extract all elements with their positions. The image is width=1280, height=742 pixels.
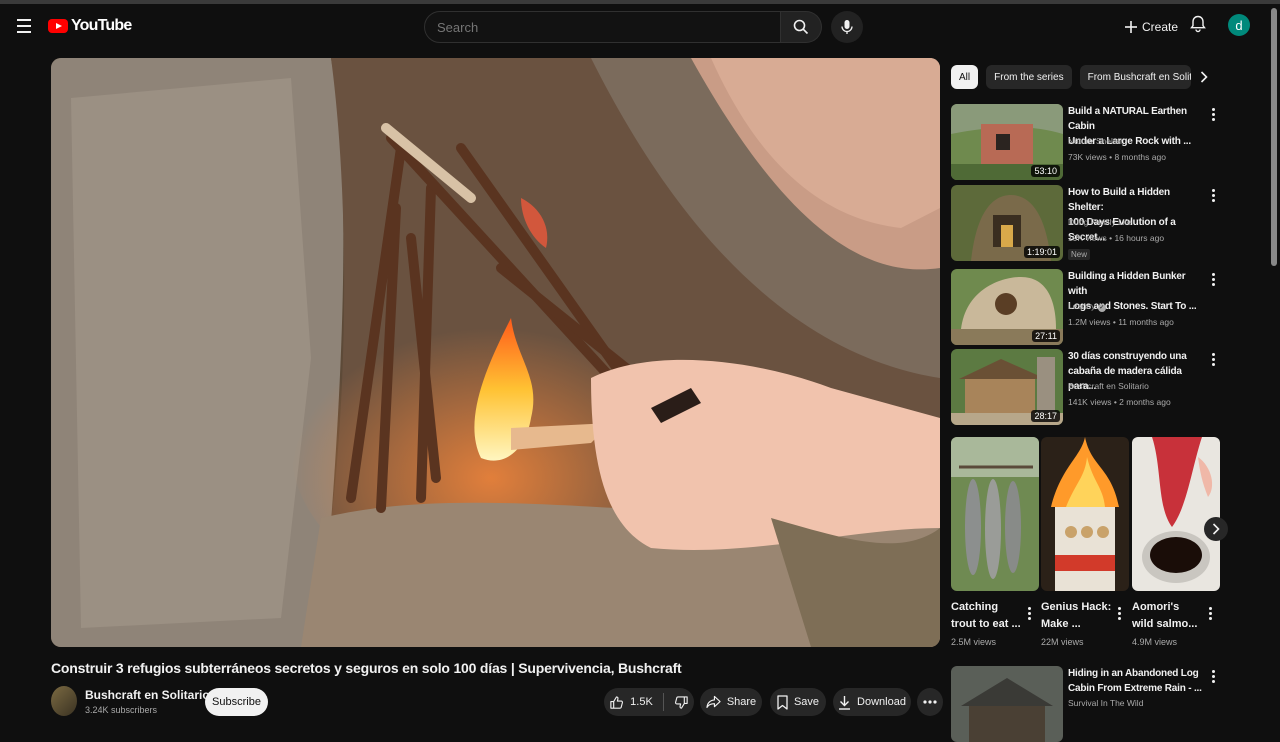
channel-name[interactable]: Bushcraft en Solitario	[85, 688, 210, 702]
more-vertical-icon[interactable]	[1208, 668, 1218, 684]
video-player[interactable]	[51, 58, 940, 647]
recommendation-thumbnail[interactable]	[951, 666, 1063, 742]
microphone-icon	[841, 20, 853, 34]
youtube-logo[interactable]: YouTube	[48, 17, 132, 35]
recommendation-channel: Lesnoy ✓	[1068, 301, 1106, 312]
recommendation-thumbnail[interactable]: 1:19:01	[951, 185, 1063, 261]
search-input[interactable]	[424, 11, 781, 43]
short-views: 2.5M views	[951, 637, 997, 647]
verified-check-icon: ✓	[1097, 304, 1106, 312]
thumbs-down-icon[interactable]	[674, 695, 689, 710]
download-label: Download	[857, 696, 906, 708]
recommendation-title: Hiding in an Abandoned Log Cabin From Ext…	[1068, 668, 1202, 694]
duration-badge: 27:11	[1032, 330, 1060, 342]
create-button[interactable]: Create	[1118, 13, 1184, 41]
recommendation-thumbnail[interactable]: 27:11	[951, 269, 1063, 345]
recommendation-item[interactable]: 27:11 Building a Hidden Bunker with Logs …	[951, 269, 1221, 345]
plus-icon	[1125, 21, 1137, 33]
recommendation-channel: Bushcraft en Solitario	[1068, 381, 1149, 391]
search-icon	[793, 19, 809, 35]
short-views: 22M views	[1041, 637, 1084, 647]
recommendation-thumbnail[interactable]: 53:10	[951, 104, 1063, 180]
search-button[interactable]	[781, 11, 822, 43]
recommendation-item[interactable]: 53:10 Build a NATURAL Earthen Cabin Under…	[951, 104, 1221, 180]
short-title: Genius Hack: Make ...	[1041, 601, 1112, 630]
recommendation-meta: 19K views • 16 hours ago	[1068, 233, 1165, 243]
recommendation-meta: 141K views • 2 months ago	[1068, 397, 1171, 407]
like-divider	[662, 693, 664, 711]
recommendation-item[interactable]: 1:19:01 How to Build a Hidden Shelter: 10…	[951, 185, 1221, 261]
more-vertical-icon[interactable]	[1208, 351, 1218, 367]
short-title: Aomori's wild salmo...	[1132, 601, 1198, 630]
short-item[interactable]: Genius Hack: Make ... 22M views	[1041, 437, 1129, 647]
create-label: Create	[1142, 20, 1179, 34]
recommendation-thumbnail[interactable]: 28:17	[951, 349, 1063, 425]
short-item[interactable]: Catching trout to eat ... 2.5M views	[951, 437, 1039, 647]
subscriber-count: 3.24K subscribers	[85, 705, 158, 715]
share-label: Share	[726, 696, 757, 708]
more-horizontal-icon	[923, 700, 937, 704]
recommendation-meta: 1.2M views • 11 months ago	[1068, 317, 1174, 327]
like-dislike-group: 1.5K	[604, 688, 694, 716]
account-avatar[interactable]: d	[1228, 14, 1250, 36]
save-button[interactable]: Save	[770, 688, 826, 716]
like-count[interactable]: 1.5K	[630, 696, 653, 708]
more-vertical-icon[interactable]	[1208, 271, 1218, 287]
recommendation-channel: Nature Shelter	[1068, 136, 1123, 146]
download-button[interactable]: Download	[833, 688, 911, 716]
more-vertical-icon[interactable]	[1114, 605, 1124, 621]
video-title: Construir 3 refugios subterráneos secret…	[51, 660, 682, 676]
duration-badge: 53:10	[1031, 165, 1060, 177]
short-thumbnail[interactable]	[1132, 437, 1220, 591]
notifications-bell-icon[interactable]	[1190, 15, 1206, 38]
download-icon	[839, 695, 851, 710]
more-vertical-icon[interactable]	[1205, 605, 1215, 621]
share-button[interactable]: Share	[700, 688, 762, 716]
channel-avatar[interactable]	[51, 686, 77, 716]
chip-all[interactable]: All	[951, 65, 979, 89]
recommendation-item[interactable]: Hiding in an Abandoned Log Cabin From Ext…	[951, 666, 1221, 742]
duration-badge: 1:19:01	[1023, 246, 1060, 258]
more-vertical-icon[interactable]	[1208, 106, 1218, 122]
short-thumbnail[interactable]	[951, 437, 1039, 591]
chips-next-chevron-icon[interactable]	[1194, 67, 1214, 87]
logo-text: YouTube	[71, 17, 132, 34]
subscribe-button[interactable]: Subscribe	[205, 688, 268, 716]
short-thumbnail[interactable]	[1041, 437, 1129, 591]
top-header: YouTube Create d	[0, 4, 1280, 50]
search-bar	[424, 11, 822, 43]
share-icon	[706, 695, 721, 708]
filter-chips: All From the series From Bushcraft en So…	[951, 65, 1191, 89]
more-vertical-icon[interactable]	[1024, 605, 1034, 621]
page-scrollbar[interactable]	[1271, 8, 1277, 266]
more-actions-button[interactable]	[917, 688, 943, 716]
recommendation-item[interactable]: 28:17 30 días construyendo una cabaña de …	[951, 349, 1221, 425]
short-title: Catching trout to eat ...	[951, 601, 1021, 630]
recommendation-channel: Survival In The Wild	[1068, 698, 1144, 708]
play-logo-icon	[48, 19, 68, 33]
chip-from-channel[interactable]: From Bushcraft en Solita	[1079, 65, 1191, 89]
voice-search-button[interactable]	[831, 11, 863, 43]
shorts-shelf: Catching trout to eat ... 2.5M views Geni…	[951, 437, 1228, 657]
chip-from-the-series[interactable]: From the series	[986, 65, 1072, 89]
new-badge: New	[1068, 249, 1091, 260]
save-label: Save	[793, 696, 820, 708]
short-item[interactable]: Aomori's wild salmo... 4.9M views	[1132, 437, 1220, 647]
bookmark-icon	[777, 694, 788, 710]
recommendation-channel: Dũng Family Life	[1068, 217, 1132, 227]
more-vertical-icon[interactable]	[1208, 187, 1218, 203]
short-views: 4.9M views	[1132, 637, 1178, 647]
thumbs-up-icon[interactable]	[609, 695, 624, 710]
video-frame	[51, 58, 940, 647]
duration-badge: 28:17	[1031, 410, 1060, 422]
shorts-next-chevron-icon[interactable]	[1204, 517, 1228, 541]
recommendation-meta: 73K views • 8 months ago	[1068, 152, 1166, 162]
hamburger-menu-icon[interactable]	[12, 14, 36, 38]
